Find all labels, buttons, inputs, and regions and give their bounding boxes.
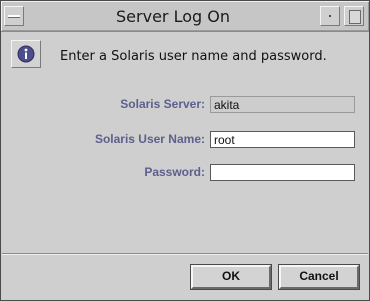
ok-button[interactable]: OK bbox=[190, 264, 272, 290]
server-label: Solaris Server: bbox=[120, 97, 205, 111]
window-title: Server Log On bbox=[116, 7, 230, 26]
title-bar[interactable]: Server Log On bbox=[1, 1, 369, 32]
cancel-button[interactable]: Cancel bbox=[278, 264, 360, 290]
instruction-text: Enter a Solaris user name and password. bbox=[60, 49, 327, 64]
user-name-field[interactable]: root bbox=[210, 131, 355, 148]
window-menu-icon[interactable] bbox=[4, 6, 24, 26]
server-field: akita bbox=[210, 96, 355, 113]
button-divider bbox=[2, 253, 368, 255]
user-name-label: Solaris User Name: bbox=[94, 132, 205, 146]
password-label: Password: bbox=[144, 165, 205, 179]
minimize-icon[interactable] bbox=[320, 6, 340, 26]
password-field[interactable] bbox=[210, 164, 355, 181]
maximize-icon[interactable] bbox=[344, 6, 364, 26]
dialog-window: Server Log On Enter a Solaris user name … bbox=[0, 0, 370, 301]
info-icon bbox=[11, 40, 41, 68]
